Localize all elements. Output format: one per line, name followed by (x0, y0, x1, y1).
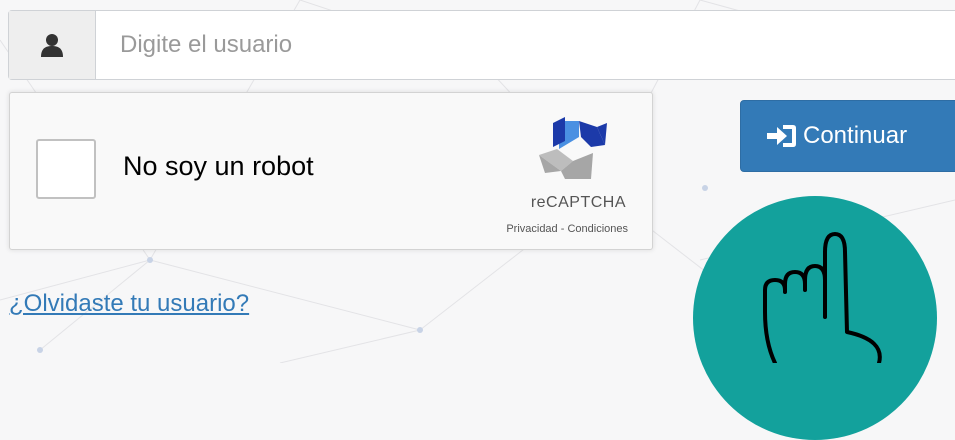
recaptcha-link-separator: - (557, 223, 568, 235)
username-input[interactable] (96, 11, 955, 79)
pointing-hand-icon (763, 232, 882, 363)
recaptcha-widget: No soy un robot reCAPTCHA Privacidad - C… (9, 92, 653, 250)
recaptcha-brand: reCAPTCHA (530, 194, 626, 211)
user-icon (41, 34, 63, 57)
recaptcha-privacy-link[interactable]: Privacidad (506, 223, 557, 235)
recaptcha-label: No soy un robot (123, 151, 314, 181)
username-input-group (8, 10, 955, 80)
username-addon (9, 11, 96, 79)
recaptcha-terms-link[interactable]: Condiciones (567, 223, 628, 235)
continue-button[interactable]: Continuar (740, 100, 955, 172)
forgot-username-link[interactable]: ¿Olvidaste tu usuario? (9, 290, 249, 318)
recaptcha-links: Privacidad - Condiciones (506, 223, 628, 235)
sign-in-icon (767, 125, 796, 147)
recaptcha-checkbox[interactable] (36, 139, 96, 199)
continue-button-label: Continuar (803, 122, 908, 149)
recaptcha-logo-icon (539, 117, 607, 179)
